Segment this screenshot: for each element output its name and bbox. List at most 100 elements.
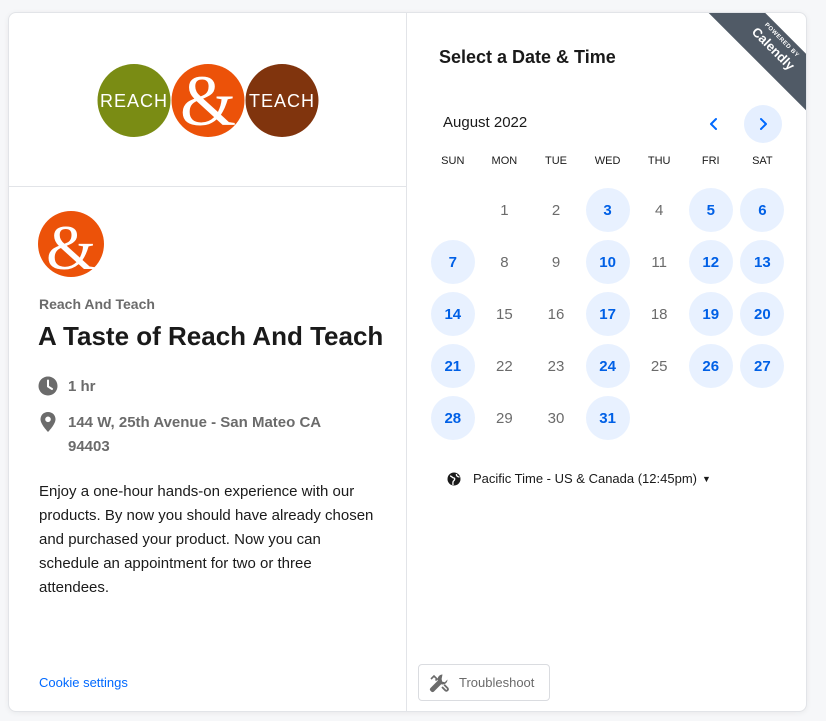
calendar-day-20[interactable]: 20: [737, 288, 789, 340]
calendar-day-1: 1: [479, 184, 531, 236]
powered-by-calendly-ribbon[interactable]: POWERED BY Calendly: [704, 13, 806, 117]
day-number[interactable]: 10: [585, 240, 630, 284]
calendar-day-30: 30: [530, 392, 582, 444]
calendar-day-15: 15: [479, 288, 531, 340]
calendar-day-29: 29: [479, 392, 531, 444]
calendar-day-28[interactable]: 28: [427, 392, 479, 444]
calendar-day-14[interactable]: 14: [427, 288, 479, 340]
day-number[interactable]: 3: [585, 188, 630, 232]
day-number[interactable]: 27: [740, 344, 785, 388]
calendar-day-16: 16: [530, 288, 582, 340]
day-number: 16: [547, 305, 565, 323]
booking-card: REACH & TEACH & Reach And Teach A Taste …: [8, 12, 807, 712]
day-number[interactable]: 26: [688, 344, 733, 388]
day-number: 4: [655, 201, 664, 219]
weekday-wed: WED: [594, 155, 621, 167]
weekday-tue: TUE: [544, 155, 567, 167]
troubleshoot-label: Troubleshoot: [459, 675, 535, 690]
day-number: 18: [650, 305, 668, 323]
day-number[interactable]: 13: [740, 240, 785, 284]
calendar-day-6[interactable]: 6: [737, 184, 789, 236]
day-number: 22: [496, 357, 513, 375]
globe-icon: [447, 472, 461, 485]
timezone-selector[interactable]: Pacific Time - US & Canada (12:45pm) ▼: [447, 471, 711, 486]
calendar-day-17[interactable]: 17: [582, 288, 634, 340]
wrench-icon: [429, 674, 449, 692]
calendar-day-5[interactable]: 5: [685, 184, 737, 236]
map-pin-icon: [40, 412, 56, 432]
select-date-heading: Select a Date & Time: [439, 47, 616, 67]
ribbon-powered-by: POWERED BY: [763, 22, 800, 59]
timezone-label: Pacific Time - US & Canada (12:45pm): [473, 471, 697, 486]
calendar-day-12[interactable]: 12: [685, 236, 737, 288]
calendar-day-31[interactable]: 31: [582, 392, 634, 444]
event-description: Enjoy a one-hour hands-on experience wit…: [39, 483, 374, 596]
day-number: 30: [547, 409, 565, 427]
day-number: 11: [651, 253, 667, 271]
day-number[interactable]: 31: [585, 396, 630, 440]
day-number[interactable]: 6: [740, 188, 785, 232]
day-number[interactable]: 21: [430, 344, 475, 388]
calendar-day-21[interactable]: 21: [427, 340, 479, 392]
day-number: 29: [496, 409, 513, 427]
cookie-settings-link[interactable]: Cookie settings: [39, 675, 128, 690]
calendar-day-4: 4: [633, 184, 685, 236]
troubleshoot-button[interactable]: Troubleshoot: [418, 664, 550, 701]
day-number[interactable]: 7: [430, 240, 475, 284]
day-number: 15: [496, 305, 513, 323]
day-number[interactable]: 17: [585, 292, 630, 336]
calendar-day-18: 18: [633, 288, 685, 340]
caret-down-icon: ▼: [701, 473, 711, 484]
next-month-button[interactable]: [744, 105, 782, 143]
calendar-day-24[interactable]: 24: [582, 340, 634, 392]
day-number: 1: [500, 201, 509, 219]
calendar-day-11: 11: [633, 236, 685, 288]
organizer-name: Reach And Teach: [39, 296, 155, 312]
calendar-day-26[interactable]: 26: [685, 340, 737, 392]
event-title: A Taste of Reach And Teach: [38, 321, 384, 351]
clock-icon: [38, 376, 58, 396]
weekday-header-row: SUN MON TUE WED THU FRI SAT: [427, 155, 792, 167]
calendar-empty-cell: [427, 184, 479, 236]
ribbon-calendly: Calendly: [748, 24, 798, 74]
day-number[interactable]: 14: [430, 292, 475, 336]
day-number[interactable]: 20: [740, 292, 785, 336]
weekday-mon: MON: [491, 155, 518, 167]
day-number: 25: [650, 357, 668, 375]
day-number: 8: [500, 253, 509, 271]
chevron-left-icon: [710, 118, 717, 130]
day-number[interactable]: 28: [430, 396, 475, 440]
month-label: August 2022: [443, 114, 528, 131]
location-text: 144 W, 25th Avenue - San Mateo CA 94403: [68, 414, 321, 455]
calendar-day-8: 8: [479, 236, 531, 288]
weekday-sun: SUN: [441, 155, 465, 167]
day-number: 23: [547, 357, 565, 375]
calendar-day-19[interactable]: 19: [685, 288, 737, 340]
duration-text: 1 hr: [68, 378, 96, 395]
calendar-day-3[interactable]: 3: [582, 184, 634, 236]
weekday-thu: THU: [647, 155, 671, 167]
calendar-day-9: 9: [530, 236, 582, 288]
weekday-sat: SAT: [752, 155, 773, 167]
day-number[interactable]: 5: [688, 188, 733, 232]
day-number: 9: [551, 253, 561, 271]
event-details-panel: REACH & TEACH & Reach And Teach A Taste …: [9, 13, 407, 711]
day-number[interactable]: 24: [585, 344, 630, 388]
chevron-right-icon: [760, 118, 767, 130]
date-time-panel: POWERED BY Calendly Select a Date & Time…: [407, 13, 806, 711]
calendar-day-10[interactable]: 10: [582, 236, 634, 288]
weekday-fri: FRI: [701, 155, 720, 167]
calendar-day-23: 23: [530, 340, 582, 392]
organizer-avatar: &: [38, 211, 104, 277]
svg-text:&: &: [180, 63, 236, 138]
calendar-day-7[interactable]: 7: [427, 236, 479, 288]
calendar-day-27[interactable]: 27: [737, 340, 789, 392]
calendar-day-13[interactable]: 13: [737, 236, 789, 288]
day-number[interactable]: 19: [688, 292, 733, 336]
month-navigation: August 2022: [443, 105, 793, 143]
calendar-day-2: 2: [530, 184, 582, 236]
event-duration: 1 hr: [38, 375, 358, 399]
day-number[interactable]: 12: [688, 240, 733, 284]
previous-month-button[interactable]: [695, 105, 733, 143]
logo-area: REACH & TEACH: [9, 13, 407, 187]
